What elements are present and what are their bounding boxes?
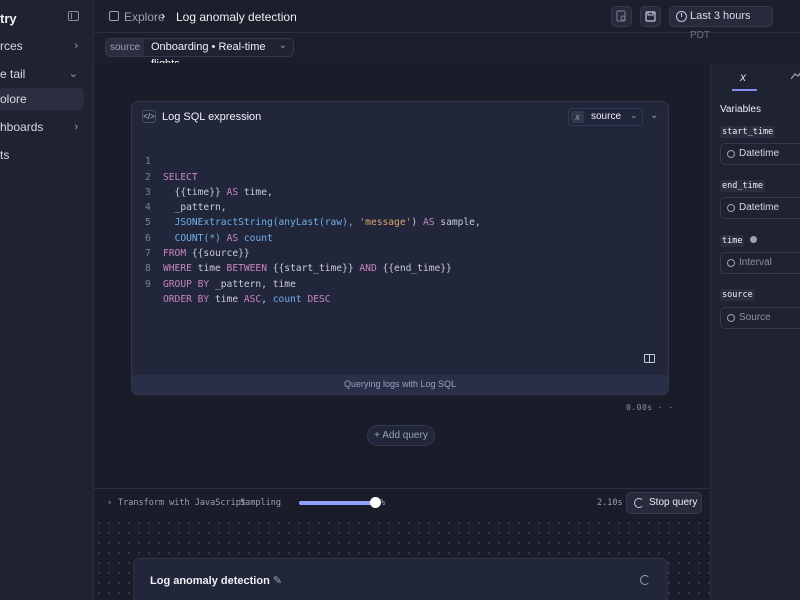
clock-icon — [727, 204, 735, 212]
sidebar-item-label: olore — [0, 92, 27, 106]
sidebar-item-label: rces — [0, 39, 23, 53]
source-selector-label: source — [106, 39, 144, 56]
add-query-button[interactable]: + Add query — [367, 425, 435, 446]
sampling-percent: % — [380, 498, 386, 508]
code-line: 9 ORDER BY time ASC, count DESC — [132, 261, 668, 305]
variable-chip: x — [571, 111, 584, 123]
sampling-label: Sampling — [240, 498, 281, 508]
explore-icon — [109, 11, 119, 21]
info-icon[interactable] — [750, 236, 757, 243]
clock-icon — [676, 11, 687, 22]
timezone-label: PDT — [690, 30, 710, 41]
query-timing: 0.00s · · — [626, 403, 674, 412]
code-line: 5 COUNT(*) AS count — [132, 200, 668, 243]
variables-heading: Variables — [720, 104, 761, 115]
code-line: 1 SELECT — [132, 139, 668, 182]
spinner-icon — [634, 498, 644, 508]
tab-chart-icon[interactable] — [790, 70, 800, 83]
result-title-text: Log anomaly detection — [150, 575, 270, 587]
sidebar-item-explore[interactable]: olore — [0, 88, 84, 110]
transform-js-toggle[interactable]: Transform with JavaScript — [118, 498, 246, 508]
variable-name: start_time — [720, 126, 776, 138]
start-time-input[interactable]: Datetime — [720, 143, 800, 165]
variable-name: source — [720, 289, 755, 301]
sidebar-item-sources[interactable]: rces › — [0, 35, 84, 57]
code-line: 2 {{time}} AS time, — [132, 154, 668, 198]
code-icon: </> — [142, 110, 156, 123]
sidebar-item-label: ts — [0, 148, 10, 162]
chart-icon — [790, 72, 800, 80]
document-search-icon — [616, 10, 626, 22]
search-logs-button[interactable] — [611, 6, 632, 27]
chevron-down-icon: ⌄ — [278, 40, 287, 51]
chevron-right-icon: › — [74, 40, 78, 52]
editor-header: </> Log SQL expression ⌄ x source ⌄ ⌄ — [132, 102, 668, 131]
line-number: 9 — [145, 278, 151, 290]
code-line: 6 FROM {{source}} — [132, 215, 668, 259]
breadcrumb-separator-icon: › — [161, 8, 166, 23]
variables-panel: x Variables start_time Datetime end_time… — [710, 63, 800, 600]
editor-source-selector[interactable]: x source ⌄ — [568, 108, 643, 126]
clock-icon — [727, 150, 735, 158]
active-tab-indicator — [732, 89, 757, 91]
sampling-slider[interactable] — [299, 497, 381, 508]
time-range-label: Last 3 hours — [690, 10, 751, 22]
clock-icon — [727, 259, 735, 267]
sidebar-item-alerts[interactable]: ts — [0, 144, 84, 166]
book-icon[interactable] — [644, 354, 655, 363]
time-range-picker[interactable]: Last 3 hours PDT — [669, 6, 773, 41]
source-icon — [727, 314, 735, 322]
floppy-icon — [645, 11, 656, 22]
time-interval-input[interactable]: Interval — [720, 252, 800, 274]
result-title[interactable]: Log anomaly detection ✎ — [150, 574, 282, 587]
breadcrumb-explore[interactable]: Explore — [124, 10, 165, 24]
sidebar-item-label: e tail — [0, 67, 26, 81]
editor-footer-hint[interactable]: Querying logs with Log SQL — [132, 375, 668, 394]
code-line: 7 WHERE time BETWEEN {{start_time}} AND … — [132, 231, 668, 274]
variable-value: Datetime — [739, 202, 780, 213]
variable-value: Interval — [739, 257, 772, 268]
query-editor-card: </> Log SQL expression ⌄ x source ⌄ ⌄ 1 … — [131, 101, 669, 395]
sampling-slider-fill — [299, 501, 375, 505]
source-variable-input[interactable]: Source — [720, 307, 800, 329]
editor-source-label: source — [591, 111, 622, 122]
chevron-right-icon: › — [74, 121, 78, 133]
stop-query-button[interactable]: Stop query — [626, 492, 702, 514]
loading-spinner-icon — [640, 575, 650, 585]
code-line: 4 JSONExtractString(anyLast(raw), 'messa… — [132, 185, 668, 228]
top-header: Explore › Log anomaly detection Last 3 h… — [94, 0, 800, 41]
page-title: Log anomaly detection — [176, 10, 297, 24]
source-selector[interactable]: source Onboarding • Real-time flights ⌄ — [105, 38, 294, 70]
app-brand: try — [0, 11, 17, 26]
stop-query-label: Stop query — [649, 497, 698, 508]
variable-value: Source — [739, 312, 771, 323]
code-editor[interactable]: 1 SELECT 2 {{time}} AS time, 3 _pattern,… — [132, 139, 668, 305]
end-time-input[interactable]: Datetime — [720, 197, 800, 219]
code-text: ORDER BY time ASC, count DESC — [163, 293, 331, 305]
chevron-down-icon: ⌄ — [68, 68, 78, 80]
sidebar-item-live-tail[interactable]: e tail ⌄ — [0, 63, 84, 85]
variable-name: time — [720, 235, 745, 247]
code-line: 8 GROUP BY _pattern, time — [132, 246, 668, 289]
chevron-down-icon: ⌄ — [244, 110, 253, 121]
code-text: GROUP BY _pattern, time — [163, 278, 296, 290]
save-view-button[interactable] — [640, 6, 661, 27]
collapse-editor-icon[interactable]: ⌄ — [650, 110, 658, 121]
chevron-down-icon: ⌄ — [630, 110, 638, 120]
code-line: 3 _pattern, — [132, 170, 668, 213]
run-bar: › Transform with JavaScript Sampling % 2… — [94, 488, 710, 518]
variable-name: end_time — [720, 180, 765, 192]
sidebar-collapse-icon[interactable] — [68, 11, 79, 21]
elapsed-time: 2.10s — [597, 498, 623, 508]
pencil-icon[interactable]: ✎ — [273, 575, 282, 587]
result-panel: Log anomaly detection ✎ — [133, 558, 668, 600]
sidebar-item-dashboards[interactable]: hboards › — [0, 116, 84, 138]
variable-value: Datetime — [739, 148, 780, 159]
chevron-right-icon[interactable]: › — [107, 498, 112, 508]
sidebar-item-label: hboards — [0, 120, 44, 134]
tab-variables[interactable]: x — [740, 70, 746, 84]
sidebar: try rces › e tail ⌄ olore hboards › ts — [0, 0, 94, 600]
